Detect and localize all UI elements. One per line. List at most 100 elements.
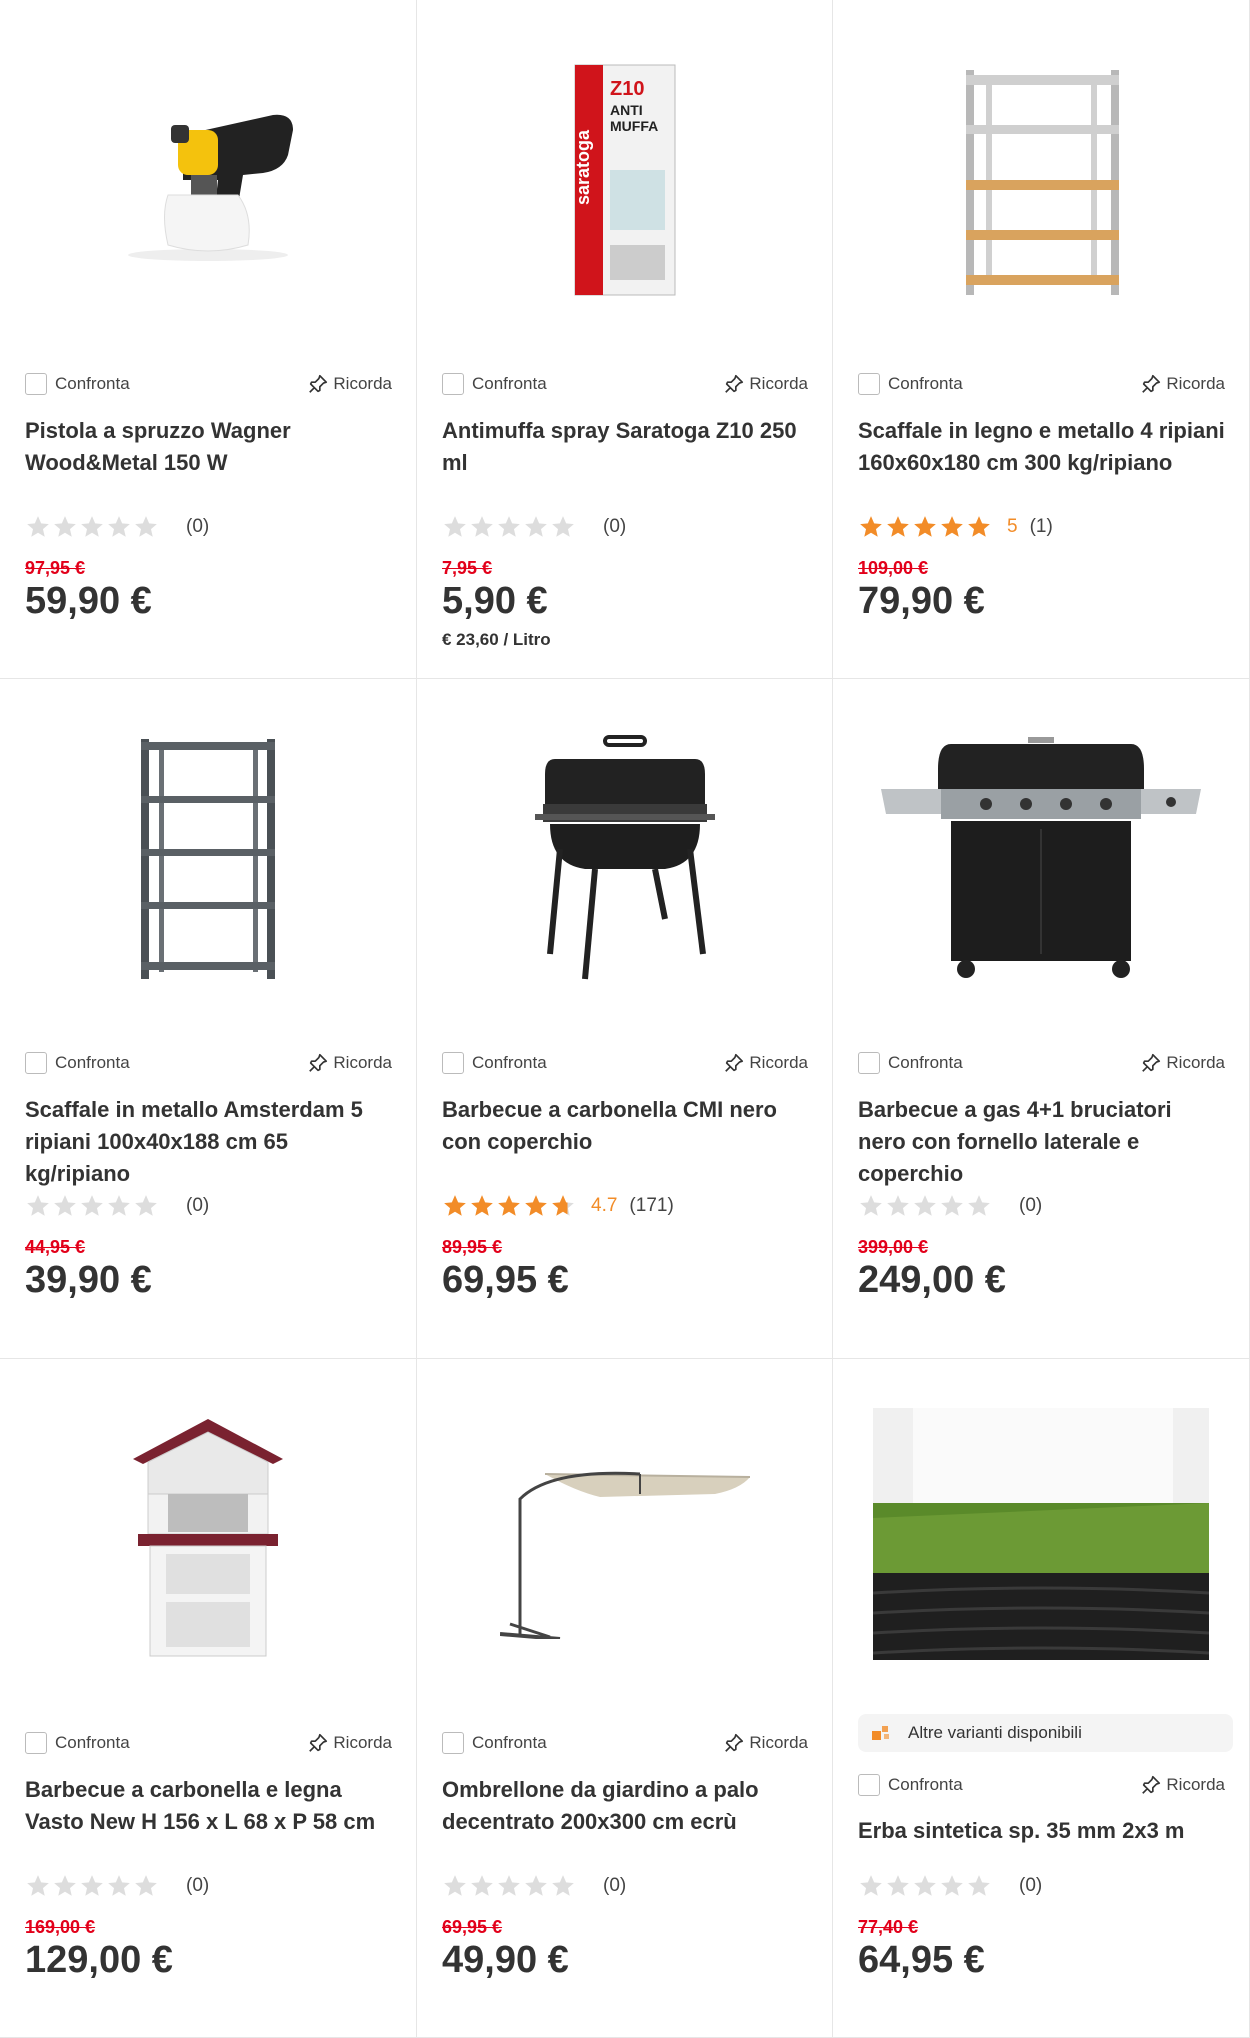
product-title[interactable]: Scaffale in legno e metallo 4 ripiani 16…: [858, 415, 1225, 479]
price: 79,90 €: [858, 580, 985, 622]
price: 69,95 €: [442, 1259, 569, 1301]
compare-checkbox[interactable]: Confronta: [442, 1732, 547, 1754]
product-image[interactable]: [858, 699, 1224, 1019]
rating[interactable]: (0): [25, 1192, 209, 1220]
compare-checkbox[interactable]: Confronta: [25, 1052, 130, 1074]
star-icon: [887, 516, 909, 537]
compare-checkbox[interactable]: Confronta: [442, 1052, 547, 1074]
product-card[interactable]: Confronta Ricorda Scaffale in metallo Am…: [0, 679, 417, 1359]
star-icon: [471, 1875, 493, 1896]
checkbox-box[interactable]: [442, 1732, 464, 1754]
product-title[interactable]: Ombrellone da giardino a palo decentrato…: [442, 1774, 808, 1838]
checkbox-box[interactable]: [442, 1052, 464, 1074]
old-price: 44,95 €: [25, 1237, 86, 1257]
review-count: (171): [629, 1195, 674, 1216]
compare-checkbox[interactable]: Confronta: [858, 1052, 963, 1074]
card-actions: Confronta Ricorda: [442, 1049, 808, 1077]
variants-banner[interactable]: Altre varianti disponibili: [858, 1714, 1233, 1752]
product-image[interactable]: [442, 699, 807, 1019]
card-actions: Confronta Ricorda: [25, 1729, 392, 1757]
star-icon: [498, 1195, 520, 1216]
checkbox-box[interactable]: [858, 1052, 880, 1074]
remember-button[interactable]: Ricorda: [723, 1052, 808, 1074]
product-title[interactable]: Scaffale in metallo Amsterdam 5 ripiani …: [25, 1094, 392, 1190]
product-image[interactable]: [858, 20, 1224, 340]
product-card[interactable]: Confronta Ricorda Barbecue a gas 4+1 bru…: [833, 679, 1250, 1359]
star-icon: [552, 516, 574, 537]
rating[interactable]: 5 (1): [858, 513, 1053, 541]
remember-button[interactable]: Ricorda: [1140, 1774, 1225, 1796]
checkbox-box[interactable]: [25, 1052, 47, 1074]
product-card[interactable]: Confronta Ricorda Pistola a spruzzo Wagn…: [0, 0, 417, 679]
masonry-barbecue-icon: [133, 1419, 283, 1657]
rating[interactable]: (0): [442, 1872, 626, 1900]
remember-button[interactable]: Ricorda: [1140, 1052, 1225, 1074]
old-price: 97,95 €: [25, 558, 86, 578]
remember-label: Ricorda: [749, 1733, 808, 1752]
product-card[interactable]: saratoga Z10 ANTI MUFFA Confronta Ricord…: [417, 0, 833, 679]
star-icon: [54, 516, 76, 537]
checkbox-box[interactable]: [442, 373, 464, 395]
star-icon: [968, 1875, 990, 1896]
checkbox-box[interactable]: [858, 373, 880, 395]
product-title[interactable]: Barbecue a carbonella e legna Vasto New …: [25, 1774, 392, 1838]
star-rating: [442, 1193, 577, 1219]
remember-button[interactable]: Ricorda: [723, 1732, 808, 1754]
checkbox-box[interactable]: [25, 1732, 47, 1754]
compare-label: Confronta: [888, 1775, 963, 1794]
product-image[interactable]: saratoga Z10 ANTI MUFFA: [442, 20, 807, 340]
price: 39,90 €: [25, 1259, 152, 1301]
star-icon: [914, 516, 936, 537]
paint-sprayer-icon: [128, 114, 293, 261]
remember-button[interactable]: Ricorda: [307, 1732, 392, 1754]
checkbox-box[interactable]: [25, 373, 47, 395]
cantilever-umbrella-icon: [499, 1471, 750, 1639]
star-rating: [25, 1873, 160, 1899]
product-card[interactable]: Altre varianti disponibili Confronta Ric…: [833, 1359, 1250, 2038]
review-count: (0): [1019, 1875, 1043, 1896]
remember-button[interactable]: Ricorda: [1140, 373, 1225, 395]
checkbox-box[interactable]: [858, 1774, 880, 1796]
artificial-grass-icon: [873, 1408, 1209, 1660]
spray-can-icon: saratoga Z10 ANTI MUFFA: [573, 64, 675, 296]
star-rating: [858, 514, 993, 540]
product-image[interactable]: [858, 1404, 1224, 1664]
product-card[interactable]: Confronta Ricorda Barbecue a carbonella …: [417, 679, 833, 1359]
product-image[interactable]: [25, 20, 391, 340]
product-image[interactable]: [25, 699, 391, 1019]
rating[interactable]: (0): [25, 1872, 209, 1900]
price: 59,90 €: [25, 580, 152, 622]
star-icon: [81, 1875, 103, 1896]
rating[interactable]: (0): [858, 1872, 1042, 1900]
product-title[interactable]: Antimuffa spray Saratoga Z10 250 ml: [442, 415, 808, 479]
remember-button[interactable]: Ricorda: [307, 373, 392, 395]
unit-price: € 23,60 / Litro: [442, 630, 551, 649]
product-card[interactable]: Confronta Ricorda Barbecue a carbonella …: [0, 1359, 417, 2038]
rating[interactable]: (0): [25, 513, 209, 541]
card-actions: Confronta Ricorda: [858, 1049, 1225, 1077]
star-icon: [525, 1195, 547, 1216]
compare-checkbox[interactable]: Confronta: [25, 1732, 130, 1754]
price: 64,95 €: [858, 1939, 985, 1981]
product-title[interactable]: Barbecue a gas 4+1 bruciatori nero con f…: [858, 1094, 1225, 1190]
pin-icon: [1142, 374, 1161, 393]
compare-checkbox[interactable]: Confronta: [442, 373, 547, 395]
rating[interactable]: 4.7 (171): [442, 1192, 674, 1220]
rating[interactable]: (0): [858, 1192, 1042, 1220]
product-image[interactable]: [25, 1379, 391, 1699]
product-image[interactable]: [442, 1379, 807, 1699]
remember-button[interactable]: Ricorda: [307, 1052, 392, 1074]
compare-checkbox[interactable]: Confronta: [25, 373, 130, 395]
product-title[interactable]: Barbecue a carbonella CMI nero con coper…: [442, 1094, 808, 1158]
compare-checkbox[interactable]: Confronta: [858, 373, 963, 395]
old-price: 109,00 €: [858, 558, 929, 578]
rating[interactable]: (0): [442, 513, 626, 541]
product-card[interactable]: Confronta Ricorda Ombrellone da giardino…: [417, 1359, 833, 2038]
product-title[interactable]: Erba sintetica sp. 35 mm 2x3 m: [858, 1815, 1225, 1847]
star-icon: [968, 516, 990, 537]
price: 129,00 €: [25, 1939, 173, 1981]
product-card[interactable]: Confronta Ricorda Scaffale in legno e me…: [833, 0, 1250, 679]
product-title[interactable]: Pistola a spruzzo Wagner Wood&Metal 150 …: [25, 415, 392, 479]
remember-button[interactable]: Ricorda: [723, 373, 808, 395]
compare-checkbox[interactable]: Confronta: [858, 1774, 963, 1796]
